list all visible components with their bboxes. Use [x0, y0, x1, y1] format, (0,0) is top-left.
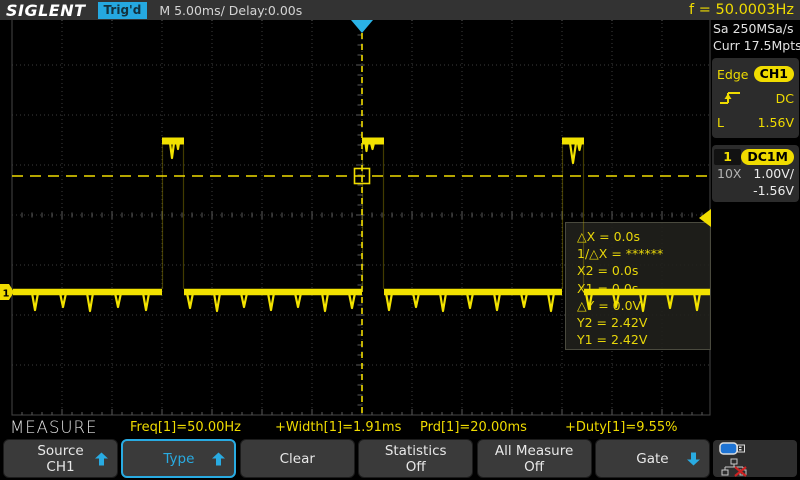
usb-icon [719, 441, 747, 457]
cursor-delta-x: △X = 0.0s [577, 228, 710, 245]
io-status-panel [713, 440, 797, 477]
measure-freq: Freq[1]=50.00Hz [130, 420, 241, 435]
statistics-button[interactable]: Statistics Off [358, 439, 473, 478]
rising-edge-icon [717, 89, 743, 107]
status-bar: SIGLENT Trig'd M 5.00ms/ Delay:0.00s f =… [0, 0, 800, 20]
type-button[interactable]: Type [121, 439, 236, 478]
cursor-x2: X2 = 0.0s [577, 262, 710, 279]
cursor-delta-y: △Y = 0.0V [577, 297, 710, 314]
trigger-panel[interactable]: Edge CH1 DC L 1.56V [712, 58, 799, 138]
siglent-logo: SIGLENT [6, 1, 86, 20]
channel-offset: -1.56V [753, 183, 794, 198]
source-button[interactable]: Source CH1 [3, 439, 118, 478]
frequency-counter: f = 50.0003Hz [689, 2, 794, 18]
measure-bar: MEASURE Freq[1]=50.00Hz +Width[1]=1.91ms… [0, 416, 800, 437]
cursor-y1: Y1 = 2.42V [577, 331, 710, 348]
memory-depth: Curr 17.5Mpts [711, 37, 800, 54]
cursor-inv-delta-x: 1/△X = ****** [577, 245, 710, 262]
trigger-coupling: DC [776, 91, 794, 106]
trigger-level-value: 1.56V [758, 115, 794, 130]
channel-number-chip: 1 [714, 149, 741, 165]
trigger-type: Edge [717, 67, 748, 82]
trigger-level-label: L [717, 115, 724, 130]
softkey-menu: Source CH1 Type Clear Statistics Off All… [0, 437, 800, 480]
clear-button[interactable]: Clear [240, 439, 355, 478]
cursor-y2: Y2 = 2.42V [577, 314, 710, 331]
gate-button[interactable]: Gate [595, 439, 710, 478]
measure-title: MEASURE [10, 418, 97, 437]
sidebar: Sa 250MSa/s Curr 17.5Mpts Edge CH1 DC L … [711, 20, 800, 416]
up-arrow-icon [212, 452, 225, 465]
measure-pos-duty: +Duty[1]=9.55% [565, 420, 678, 435]
sample-rate: Sa 250MSa/s [711, 20, 800, 37]
probe-attenuation: 10X [717, 166, 741, 181]
cursor-x1: X1 = 0.0s [577, 280, 710, 297]
measure-period: Prd[1]=20.00ms [420, 420, 527, 435]
up-arrow-icon [95, 452, 108, 465]
measure-pos-width: +Width[1]=1.91ms [275, 420, 401, 435]
timebase-readout: M 5.00ms/ Delay:0.00s [159, 3, 302, 18]
lan-disconnected-icon [719, 458, 751, 477]
channel-panel[interactable]: 1 DC1M 10X 1.00V/ -1.56V [712, 145, 799, 202]
all-measure-button[interactable]: All Measure Off [477, 439, 592, 478]
channel-coupling-badge: DC1M [741, 149, 794, 165]
cursor-readout-box: △X = 0.0s 1/△X = ****** X2 = 0.0s X1 = 0… [565, 222, 711, 350]
trigger-status-badge: Trig'd [98, 2, 148, 19]
trigger-source-badge: CH1 [754, 66, 794, 82]
down-arrow-icon [687, 452, 700, 465]
volts-per-div: 1.00V/ [753, 166, 794, 181]
